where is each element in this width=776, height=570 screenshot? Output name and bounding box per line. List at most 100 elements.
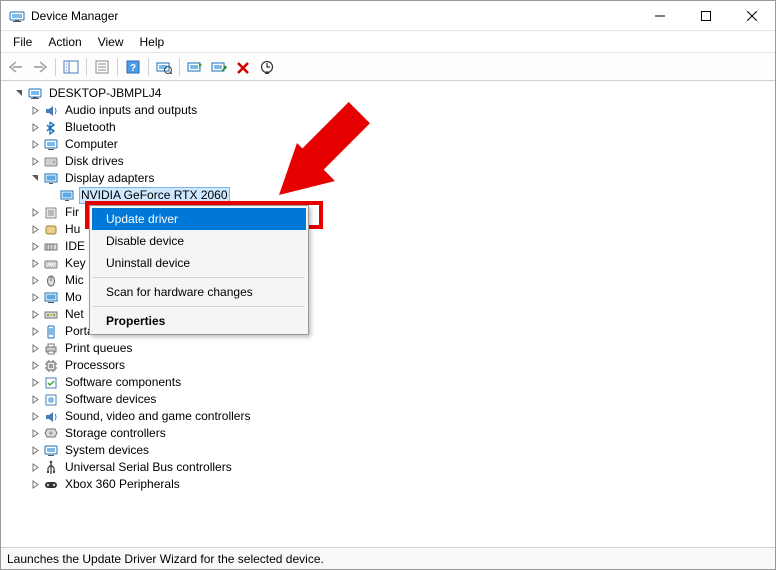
menu-view[interactable]: View — [90, 33, 132, 51]
toolbar-separator — [117, 58, 118, 76]
tree-node-printer[interactable]: Print queues — [1, 340, 775, 357]
expand-collapse-twisty[interactable] — [27, 157, 43, 166]
firmware-icon — [43, 205, 59, 221]
context-menu-item[interactable]: Scan for hardware changes — [92, 281, 306, 303]
expand-collapse-twisty[interactable] — [27, 259, 43, 268]
keyboard-icon — [43, 256, 59, 272]
tree-node-system[interactable]: System devices — [1, 442, 775, 459]
tree-item-label: Processors — [63, 357, 127, 374]
window-controls — [637, 1, 775, 30]
properties-button[interactable] — [91, 56, 113, 78]
hid-icon — [43, 222, 59, 238]
context-menu-separator — [93, 306, 305, 307]
tree-item-label: Universal Serial Bus controllers — [63, 459, 234, 476]
tree-node-disk[interactable]: Disk drives — [1, 153, 775, 170]
uninstall-device-toolbar-button[interactable] — [232, 56, 254, 78]
device-tree[interactable]: DESKTOP-JBMPLJ4Audio inputs and outputsB… — [1, 81, 775, 547]
expand-collapse-twisty[interactable] — [27, 463, 43, 472]
expand-collapse-twisty[interactable] — [27, 344, 43, 353]
tree-item-label: Mic — [63, 272, 86, 289]
show-hide-console-tree-button[interactable] — [60, 56, 82, 78]
tree-node-storage[interactable]: Storage controllers — [1, 425, 775, 442]
tree-node-xbox[interactable]: Xbox 360 Peripherals — [1, 476, 775, 493]
titlebar: Device Manager — [1, 1, 775, 31]
expand-collapse-twisty[interactable] — [27, 327, 43, 336]
expand-collapse-twisty[interactable] — [27, 106, 43, 115]
menubar: File Action View Help — [1, 31, 775, 53]
back-button — [5, 56, 27, 78]
tree-item-label: Audio inputs and outputs — [63, 102, 199, 119]
tree-leaf-display[interactable]: NVIDIA GeForce RTX 2060 — [1, 187, 775, 204]
menu-help[interactable]: Help — [132, 33, 173, 51]
tree-item-label: Bluetooth — [63, 119, 118, 136]
expand-collapse-twisty[interactable] — [27, 242, 43, 251]
tree-root[interactable]: DESKTOP-JBMPLJ4 — [1, 85, 775, 102]
context-menu-item[interactable]: Update driver — [92, 208, 306, 230]
tree-node-swcomp[interactable]: Software components — [1, 374, 775, 391]
expand-collapse-twisty[interactable] — [27, 480, 43, 489]
device-manager-window: Device Manager File Action View Help ? D… — [0, 0, 776, 570]
context-menu-item[interactable]: Uninstall device — [92, 252, 306, 274]
svg-text:?: ? — [130, 63, 136, 74]
tree-node-sound[interactable]: Sound, video and game controllers — [1, 408, 775, 425]
tree-node-bluetooth[interactable]: Bluetooth — [1, 119, 775, 136]
expand-collapse-twisty[interactable] — [27, 395, 43, 404]
tree-node-usb[interactable]: Universal Serial Bus controllers — [1, 459, 775, 476]
statusbar: Launches the Update Driver Wizard for th… — [1, 547, 775, 569]
tree-item-label: System devices — [63, 442, 151, 459]
computer-root-icon — [27, 86, 43, 102]
menu-action[interactable]: Action — [40, 33, 89, 51]
context-menu-item[interactable]: Disable device — [92, 230, 306, 252]
tree-node-cpu[interactable]: Processors — [1, 357, 775, 374]
monitor-icon — [43, 290, 59, 306]
context-menu: Update driverDisable deviceUninstall dev… — [89, 205, 309, 335]
expand-collapse-twisty[interactable] — [27, 429, 43, 438]
tree-item-label: Mo — [63, 289, 84, 306]
expand-collapse-twisty[interactable] — [27, 378, 43, 387]
help-button[interactable]: ? — [122, 56, 144, 78]
scan-hardware-button[interactable] — [153, 56, 175, 78]
system-icon — [43, 443, 59, 459]
cpu-icon — [43, 358, 59, 374]
maximize-button[interactable] — [683, 1, 729, 31]
expand-collapse-twisty[interactable] — [27, 412, 43, 421]
expand-collapse-twisty[interactable] — [27, 293, 43, 302]
tree-node-computer[interactable]: Computer — [1, 136, 775, 153]
menu-file[interactable]: File — [5, 33, 40, 51]
expand-collapse-twisty[interactable] — [27, 123, 43, 132]
expand-collapse-twisty[interactable] — [27, 310, 43, 319]
sound-icon — [43, 409, 59, 425]
expand-collapse-twisty[interactable] — [27, 174, 43, 183]
expand-collapse-twisty[interactable] — [27, 140, 43, 149]
tree-item-label: Software components — [63, 374, 183, 391]
tree-node-display[interactable]: Display adapters — [1, 170, 775, 187]
minimize-button[interactable] — [637, 1, 683, 31]
expand-collapse-twisty[interactable] — [27, 276, 43, 285]
tree-item-label: Net — [63, 306, 86, 323]
network-icon — [43, 307, 59, 323]
expand-collapse-twisty[interactable] — [27, 208, 43, 217]
window-title: Device Manager — [31, 9, 637, 23]
tree-node-swdev[interactable]: Software devices — [1, 391, 775, 408]
expand-collapse-twisty[interactable] — [27, 446, 43, 455]
legacy-hardware-button[interactable] — [256, 56, 278, 78]
expand-collapse-twisty[interactable] — [27, 361, 43, 370]
printer-icon — [43, 341, 59, 357]
tree-item-label: Computer — [63, 136, 120, 153]
tree-item-label: Xbox 360 Peripherals — [63, 476, 182, 493]
tree-item-label: NVIDIA GeForce RTX 2060 — [79, 187, 230, 204]
statusbar-text: Launches the Update Driver Wizard for th… — [7, 552, 324, 566]
expand-collapse-twisty[interactable] — [11, 89, 27, 98]
display-icon — [43, 171, 59, 187]
swdev-icon — [43, 392, 59, 408]
disable-device-toolbar-button[interactable] — [208, 56, 230, 78]
update-driver-toolbar-button[interactable] — [184, 56, 206, 78]
tree-item-label: Sound, video and game controllers — [63, 408, 252, 425]
tree-item-label: Print queues — [63, 340, 134, 357]
xbox-icon — [43, 477, 59, 493]
expand-collapse-twisty[interactable] — [27, 225, 43, 234]
tree-item-label: Key — [63, 255, 88, 272]
close-button[interactable] — [729, 1, 775, 31]
tree-node-audio[interactable]: Audio inputs and outputs — [1, 102, 775, 119]
context-menu-item[interactable]: Properties — [92, 310, 306, 332]
